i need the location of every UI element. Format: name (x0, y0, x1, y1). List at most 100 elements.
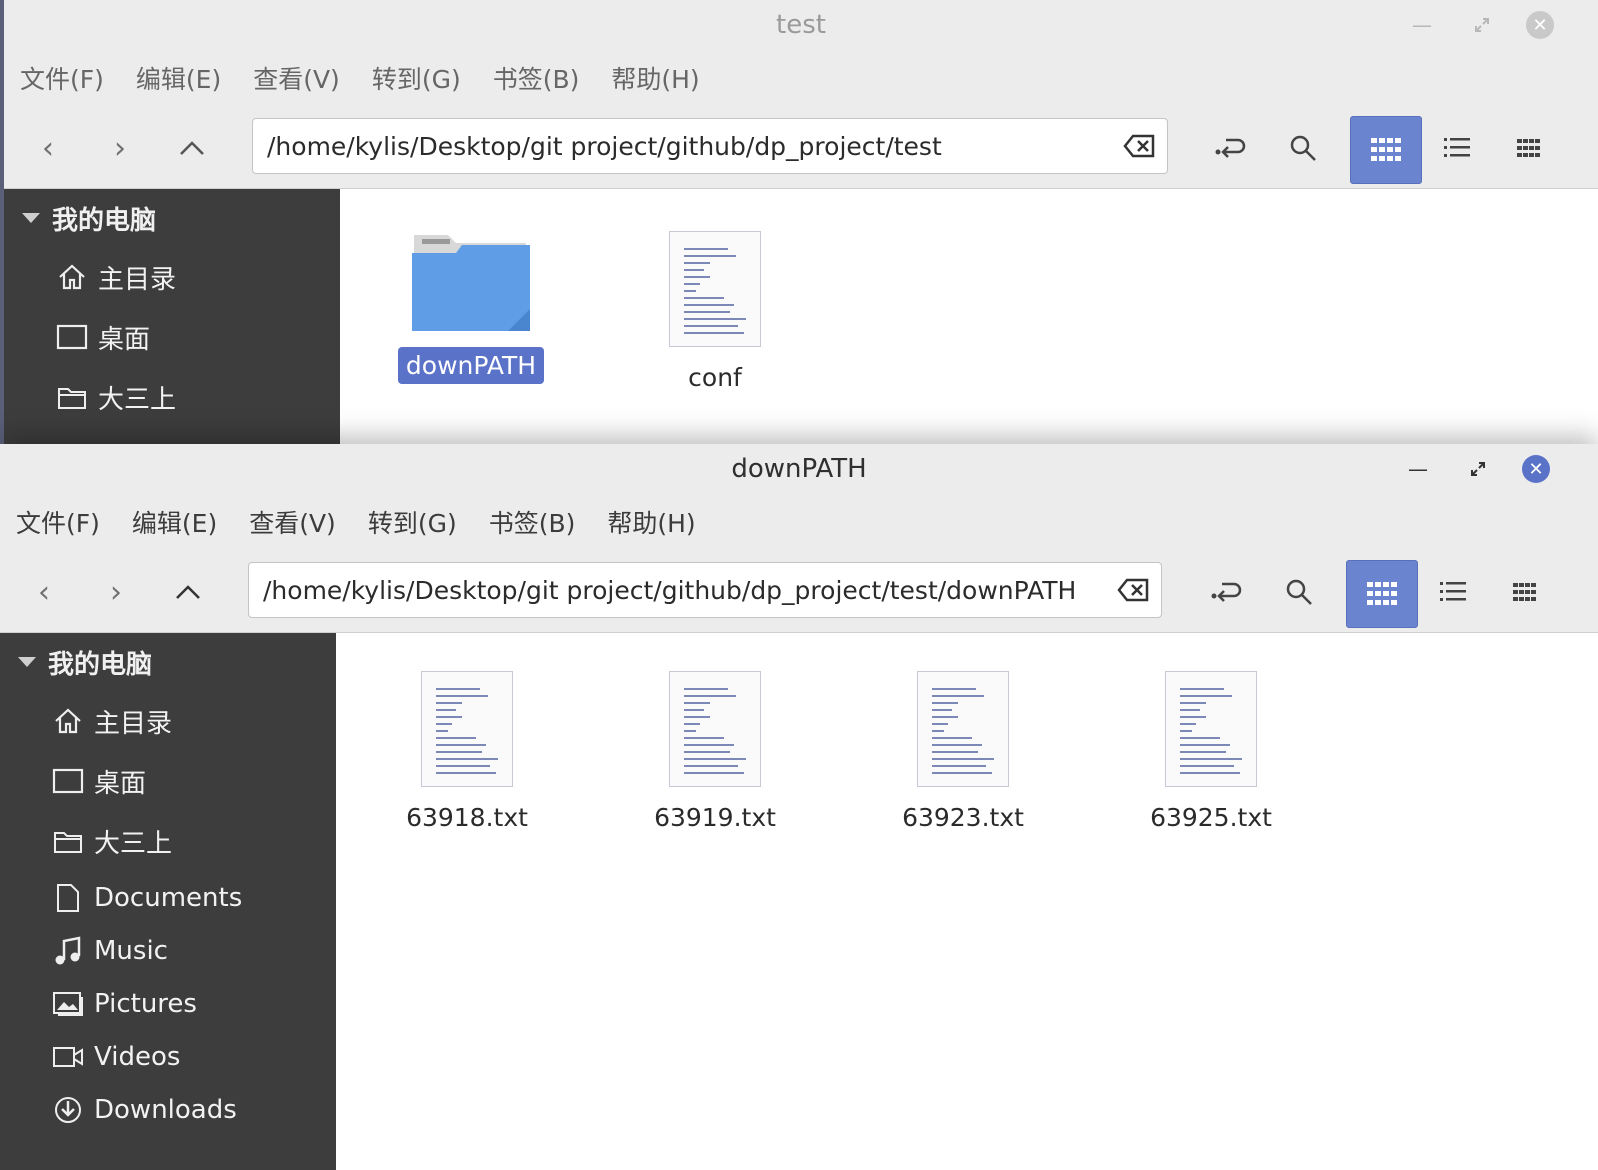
toolbar: ‹ › /home/kylis/Desktop/git project/gith… (0, 550, 1598, 633)
content-area: 我的电脑 主目录 桌面 大三上 downPATH conf (4, 189, 1598, 444)
close-icon: ✕ (1528, 458, 1544, 480)
compact-view-icon (1517, 139, 1540, 157)
close-button[interactable]: ✕ (1522, 455, 1550, 483)
back-button[interactable]: ‹ (26, 126, 70, 170)
up-button[interactable] (166, 570, 210, 614)
menu-view[interactable]: 查看(V) (249, 504, 336, 540)
forward-button[interactable]: › (94, 570, 138, 614)
location-toggle-icon (1215, 138, 1246, 158)
sidebar-item-documents[interactable]: Documents (0, 871, 336, 924)
video-icon (52, 1041, 84, 1073)
file-name: 63923.txt (902, 803, 1024, 832)
sidebar: 我的电脑 主目录 桌面 大三上 (4, 189, 340, 444)
menu-file[interactable]: 文件(F) (16, 504, 100, 540)
file-item-text[interactable]: 63923.txt (878, 671, 1048, 836)
list-view-icon (1440, 582, 1466, 601)
sidebar-item-desktop[interactable]: 桌面 (0, 751, 336, 811)
file-view: downPATH conf (340, 189, 1598, 444)
clear-location-button[interactable] (1117, 576, 1149, 604)
toggle-location-button[interactable] (1208, 125, 1254, 171)
list-view-button[interactable] (1434, 125, 1480, 171)
compact-view-button[interactable] (1506, 125, 1552, 171)
toggle-location-button[interactable] (1204, 569, 1250, 615)
sidebar-item-home[interactable]: 主目录 (4, 247, 340, 307)
menu-bar: 文件(F) 编辑(E) 查看(V) 转到(G) 书签(B) 帮助(H) (4, 50, 1598, 106)
minimize-button[interactable]: — (1408, 11, 1436, 39)
text-file-icon (421, 671, 513, 787)
title-bar[interactable]: test — ✕ (4, 0, 1598, 50)
menu-edit[interactable]: 编辑(E) (132, 504, 217, 540)
file-name: conf (688, 363, 742, 392)
file-item-text[interactable]: 63925.txt (1126, 671, 1296, 836)
menu-bookmarks[interactable]: 书签(B) (493, 60, 580, 96)
sidebar-item-pictures[interactable]: Pictures (0, 977, 336, 1030)
sidebar-item-home[interactable]: 主目录 (0, 691, 336, 751)
minimize-button[interactable]: — (1404, 455, 1432, 483)
location-path: /home/kylis/Desktop/git project/github/d… (267, 132, 942, 161)
sidebar-item-label: 大三上 (94, 828, 173, 859)
sidebar-item-downloads[interactable]: Downloads (0, 1083, 336, 1136)
close-icon: ✕ (1532, 14, 1548, 36)
up-button[interactable] (170, 126, 214, 170)
chevron-left-icon: ‹ (42, 130, 54, 166)
clear-location-button[interactable] (1123, 132, 1155, 160)
chevron-up-icon (176, 585, 200, 599)
grid-view-icon (1371, 138, 1401, 161)
menu-help[interactable]: 帮助(H) (607, 504, 695, 540)
sidebar-item-dasanshang[interactable]: 大三上 (0, 811, 336, 871)
forward-button[interactable]: › (98, 126, 142, 170)
menu-view[interactable]: 查看(V) (253, 60, 340, 96)
sidebar-section-my-computer[interactable]: 我的电脑 (0, 633, 336, 691)
sidebar-item-desktop[interactable]: 桌面 (4, 307, 340, 367)
sidebar-item-label: Documents (94, 882, 243, 913)
menu-bookmarks[interactable]: 书签(B) (489, 504, 576, 540)
icon-view-button[interactable] (1346, 560, 1418, 628)
home-icon (52, 705, 84, 737)
maximize-icon (1475, 18, 1489, 32)
list-view-button[interactable] (1430, 569, 1476, 615)
sidebar: 我的电脑 主目录 桌面 大三上 Documents Music Pictures… (0, 633, 336, 1170)
back-button[interactable]: ‹ (22, 570, 66, 614)
menu-go[interactable]: 转到(G) (368, 504, 457, 540)
home-icon (56, 261, 88, 293)
file-item-text[interactable]: 63919.txt (630, 671, 800, 836)
title-bar[interactable]: downPATH — ✕ (0, 444, 1598, 494)
folder-icon (412, 235, 530, 331)
file-manager-window-test: test — ✕ 文件(F) 编辑(E) 查看(V) 转到(G) 书签(B) 帮… (4, 0, 1598, 444)
icon-view-button[interactable] (1350, 116, 1422, 184)
sidebar-section-my-computer[interactable]: 我的电脑 (4, 189, 340, 247)
sidebar-item-label: 主目录 (98, 264, 177, 295)
text-file-icon (1165, 671, 1257, 787)
expand-triangle-icon (18, 657, 36, 667)
sidebar-item-dasanshang[interactable]: 大三上 (4, 367, 340, 427)
folder-icon (52, 825, 84, 857)
text-file-icon (917, 671, 1009, 787)
menu-file[interactable]: 文件(F) (20, 60, 104, 96)
file-item-folder[interactable]: downPATH (386, 231, 556, 384)
sidebar-item-music[interactable]: Music (0, 924, 336, 977)
search-icon (1290, 135, 1316, 161)
close-button[interactable]: ✕ (1526, 11, 1554, 39)
file-item-text[interactable]: conf (630, 231, 800, 396)
location-bar[interactable]: /home/kylis/Desktop/git project/github/d… (252, 118, 1168, 174)
compact-view-button[interactable] (1502, 569, 1548, 615)
download-icon (52, 1094, 84, 1126)
sidebar-item-label: 桌面 (98, 324, 151, 355)
file-item-text[interactable]: 63918.txt (382, 671, 552, 836)
location-bar[interactable]: /home/kylis/Desktop/git project/github/d… (248, 562, 1162, 618)
sidebar-item-label: 桌面 (94, 768, 147, 799)
location-path: /home/kylis/Desktop/git project/github/d… (263, 576, 1077, 605)
maximize-button[interactable] (1464, 455, 1492, 483)
maximize-button[interactable] (1468, 11, 1496, 39)
file-manager-window-downpath: downPATH — ✕ 文件(F) 编辑(E) 查看(V) 转到(G) 书签(… (0, 444, 1598, 1170)
search-button[interactable] (1280, 125, 1326, 171)
file-name: 63918.txt (406, 803, 528, 832)
menu-help[interactable]: 帮助(H) (611, 60, 699, 96)
folder-icon (56, 381, 88, 413)
search-button[interactable] (1276, 569, 1322, 615)
menu-go[interactable]: 转到(G) (372, 60, 461, 96)
window-title: downPATH (731, 454, 867, 484)
sidebar-item-label: Downloads (94, 1094, 237, 1125)
sidebar-item-videos[interactable]: Videos (0, 1030, 336, 1083)
menu-edit[interactable]: 编辑(E) (136, 60, 221, 96)
